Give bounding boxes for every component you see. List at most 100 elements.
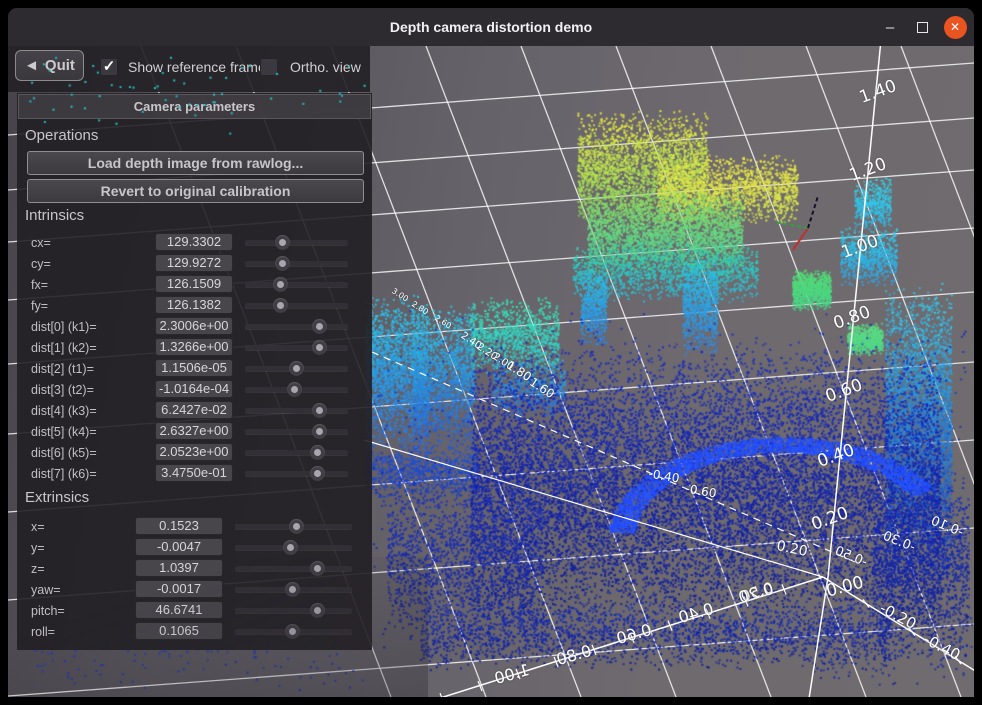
param-slider-knob[interactable] (283, 540, 298, 555)
param-label: fy= (31, 299, 48, 313)
param-row: x= 0.1523 (17, 517, 372, 537)
back-arrow-icon: ◄ (24, 57, 39, 74)
param-value-input[interactable]: 2.6327e+00 (155, 422, 233, 440)
param-slider-track[interactable] (245, 366, 348, 371)
param-value-input[interactable]: -0.0017 (135, 580, 223, 598)
param-row: yaw=-0.0017 (17, 580, 372, 600)
ortho-view-label: Ortho. view (290, 59, 361, 75)
param-slider-track[interactable] (235, 524, 352, 529)
param-slider-knob[interactable] (289, 519, 304, 534)
param-value-input[interactable]: 126.1509 (155, 275, 233, 293)
param-row: dist[3] (t2)= -1.0164e-04 (17, 380, 372, 400)
param-slider-knob[interactable] (285, 624, 300, 639)
param-label: fx= (31, 278, 48, 292)
param-value-input[interactable]: 3.4750e-01 (155, 464, 233, 482)
param-value-input[interactable]: -1.0164e-04 (155, 380, 233, 398)
param-row: y= -0.0047 (17, 538, 372, 558)
param-label: y= (31, 541, 45, 555)
param-slider-knob[interactable] (275, 256, 290, 271)
param-slider-track[interactable] (245, 240, 348, 245)
3d-viewport[interactable]: 1.401.201.000.800.600.400.200.00-0.20-0.… (8, 46, 974, 697)
param-label: x= (31, 520, 45, 534)
param-slider-track[interactable] (245, 324, 348, 329)
param-slider-knob[interactable] (312, 424, 327, 439)
maximize-button[interactable] (910, 8, 934, 46)
param-slider-knob[interactable] (312, 403, 327, 418)
app-window: Depth camera distortion demo – ✕ 1.401.2… (8, 8, 974, 697)
param-slider-knob[interactable] (287, 382, 302, 397)
param-value-input[interactable]: 2.0523e+00 (155, 443, 233, 461)
load-depth-image-button[interactable]: Load depth image from rawlog... (27, 151, 364, 175)
param-slider-knob[interactable] (310, 603, 325, 618)
panel-title[interactable]: Camera parameters (18, 94, 371, 119)
param-label: dist[6] (k5)= (31, 446, 97, 460)
param-row: dist[2] (t1)=1.1506e-05 (17, 359, 372, 379)
param-slider-knob[interactable] (312, 340, 327, 355)
param-row: cx= 129.3302 (17, 233, 372, 253)
param-label: cy= (31, 257, 51, 271)
param-value-input[interactable]: 129.9272 (155, 254, 233, 272)
param-slider-track[interactable] (245, 471, 348, 476)
param-slider-track[interactable] (245, 429, 348, 434)
param-row: dist[6] (k5)= 2.0523e+00 (17, 443, 372, 463)
close-icon: ✕ (944, 16, 967, 39)
show-reference-frame-label: Show reference frame (128, 59, 266, 75)
param-row: dist[0] (k1)=2.3006e+00 (17, 317, 372, 337)
quit-button[interactable]: ◄ Quit (15, 50, 84, 81)
param-label: pitch= (31, 604, 65, 618)
param-slider-track[interactable] (245, 408, 348, 413)
param-value-input[interactable]: 1.0397 (135, 559, 223, 577)
param-slider-knob[interactable] (312, 319, 327, 334)
param-label: cx= (31, 236, 51, 250)
intrinsics-section-label: Intrinsics (25, 207, 84, 224)
param-slider-track[interactable] (245, 261, 348, 266)
param-slider-track[interactable] (235, 545, 352, 550)
param-slider-knob[interactable] (285, 582, 300, 597)
param-row: dist[5] (k4)=2.6327e+00 (17, 422, 372, 442)
param-slider-track[interactable] (245, 450, 348, 455)
param-value-input[interactable]: -0.0047 (135, 538, 223, 556)
close-button[interactable]: ✕ (942, 8, 968, 46)
param-value-input[interactable]: 46.6741 (135, 601, 223, 619)
param-value-input[interactable]: 129.3302 (155, 233, 233, 251)
param-slider-track[interactable] (245, 282, 348, 287)
checkbox-ortho-view[interactable] (260, 58, 278, 76)
param-slider-track[interactable] (245, 303, 348, 308)
param-value-input[interactable]: 1.3266e+00 (155, 338, 233, 356)
param-value-input[interactable]: 6.2427e-02 (155, 401, 233, 419)
param-slider-track[interactable] (245, 345, 348, 350)
param-value-input[interactable]: 0.1523 (135, 517, 223, 535)
param-slider-knob[interactable] (289, 361, 304, 376)
param-slider-knob[interactable] (310, 466, 325, 481)
param-label: dist[4] (k3)= (31, 404, 97, 418)
param-row: fx= 126.1509 (17, 275, 372, 295)
revert-calibration-button[interactable]: Revert to original calibration (27, 179, 364, 203)
param-row: dist[7] (k6)=3.4750e-01 (17, 464, 372, 484)
param-row: z=1.0397 (17, 559, 372, 579)
param-value-input[interactable]: 2.3006e+00 (155, 317, 233, 335)
param-slider-knob[interactable] (273, 277, 288, 292)
param-value-input[interactable]: 126.1382 (155, 296, 233, 314)
param-value-input[interactable]: 0.1065 (135, 622, 223, 640)
param-slider-track[interactable] (235, 629, 352, 634)
param-slider-track[interactable] (245, 387, 348, 392)
param-row: cy= 129.9272 (17, 254, 372, 274)
param-slider-track[interactable] (235, 608, 352, 613)
quit-button-label: Quit (45, 57, 75, 74)
param-slider-knob[interactable] (275, 235, 290, 250)
param-slider-knob[interactable] (310, 445, 325, 460)
param-slider-track[interactable] (235, 566, 352, 571)
param-label: dist[3] (t2)= (31, 383, 94, 397)
window-title: Depth camera distortion demo (8, 8, 974, 46)
param-slider-knob[interactable] (310, 561, 325, 576)
minimize-button[interactable]: – (878, 8, 902, 46)
title-bar[interactable]: Depth camera distortion demo – ✕ (8, 8, 974, 46)
operations-section-label: Operations (25, 127, 98, 144)
param-value-input[interactable]: 1.1506e-05 (155, 359, 233, 377)
param-row: fy= 126.1382 (17, 296, 372, 316)
param-row: roll=0.1065 (17, 622, 372, 642)
checkbox-show-reference-frame[interactable]: ✓ (100, 58, 118, 76)
param-slider-track[interactable] (235, 587, 352, 592)
param-slider-knob[interactable] (273, 298, 288, 313)
minimize-icon: – (886, 19, 894, 36)
